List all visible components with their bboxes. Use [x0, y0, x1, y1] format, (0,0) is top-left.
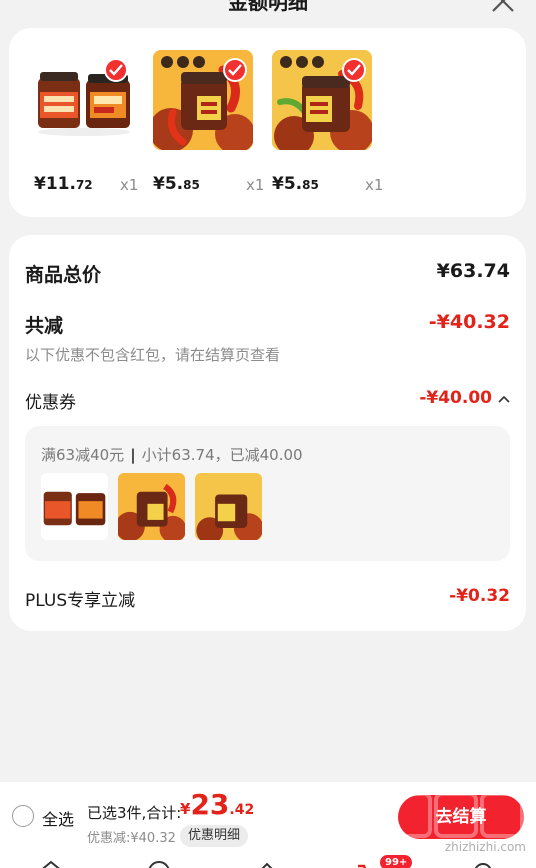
message-icon[interactable]: [252, 858, 282, 868]
product-item[interactable]: ¥5.85 x1: [153, 50, 264, 194]
user-icon[interactable]: [468, 858, 498, 868]
home-icon[interactable]: [36, 858, 66, 868]
product-qty: x1: [120, 176, 139, 194]
discount-value: -¥40.32: [428, 311, 510, 333]
select-all-radio[interactable]: [12, 805, 34, 827]
coupon-row[interactable]: 优惠券 -¥40.00: [25, 388, 510, 413]
chevron-up-icon[interactable]: [498, 394, 510, 404]
product-price: ¥5.85: [272, 174, 319, 194]
product-price: ¥5.85: [153, 174, 200, 194]
tab-bar: [0, 852, 536, 868]
goods-total-row: 商品总价 ¥63.74: [25, 260, 510, 286]
checkbox-checked-icon[interactable]: [223, 58, 247, 82]
product-item[interactable]: ¥11.72 x1: [34, 50, 138, 194]
discount-label: 共减: [25, 315, 64, 337]
product-image[interactable]: [34, 50, 134, 150]
coupon-value: -¥40.00: [419, 388, 492, 408]
plus-discount-label: PLUS专享立减: [25, 591, 136, 611]
coupon-product-thumb: [41, 473, 108, 540]
coupon-product-thumb: [118, 473, 185, 540]
coupon-rule: 满63减40元 | 小计63.74，已减40.00: [41, 446, 303, 464]
cart-badge: 99+: [380, 855, 413, 868]
product-price: ¥11.72: [34, 174, 93, 194]
product-image[interactable]: [153, 50, 253, 150]
checkbox-checked-icon[interactable]: [104, 58, 128, 82]
watermark-text: zhizhizhi.com: [444, 840, 526, 854]
discount-row: 共减 -¥40.32: [25, 311, 510, 337]
coupon-product-thumb: [195, 473, 262, 540]
amount-detail-page: 金额明细 ¥11.72 x1 ¥5.85 x1 ¥5.85 x1 商品总价 ¥6…: [0, 0, 536, 868]
discover-icon[interactable]: [144, 858, 174, 868]
selected-count: 已选3件,合计:: [87, 804, 182, 822]
discount-note: 以下优惠不包含红包，请在结算页查看: [25, 346, 281, 364]
product-item[interactable]: ¥5.85 x1: [272, 50, 383, 194]
watermark-logo: [388, 792, 524, 838]
coupon-detail-box: 满63减40元 | 小计63.74，已减40.00: [25, 426, 510, 561]
select-all-label[interactable]: 全选: [42, 806, 74, 830]
product-qty: x1: [365, 176, 384, 194]
plus-discount-value: -¥0.32: [449, 586, 510, 606]
saved-amount: 优惠减:¥40.32: [87, 831, 176, 846]
page-title: 金额明细: [228, 0, 308, 14]
checkbox-checked-icon[interactable]: [342, 58, 366, 82]
coupon-label: 优惠券: [25, 393, 76, 413]
goods-total-label: 商品总价: [25, 264, 102, 286]
goods-total-value: ¥63.74: [436, 260, 510, 282]
close-icon[interactable]: [490, 0, 516, 14]
discount-detail-button[interactable]: 优惠明细: [180, 825, 249, 847]
product-qty: x1: [246, 176, 265, 194]
total-price: ¥23.42: [180, 788, 255, 821]
plus-discount-row: PLUS专享立减 -¥0.32: [25, 586, 510, 611]
price-detail-card: 商品总价 ¥63.74 共减 -¥40.32 以下优惠不包含红包，请在结算页查看…: [9, 235, 526, 631]
product-image[interactable]: [272, 50, 372, 150]
product-card: ¥11.72 x1 ¥5.85 x1 ¥5.85 x1: [9, 28, 526, 217]
